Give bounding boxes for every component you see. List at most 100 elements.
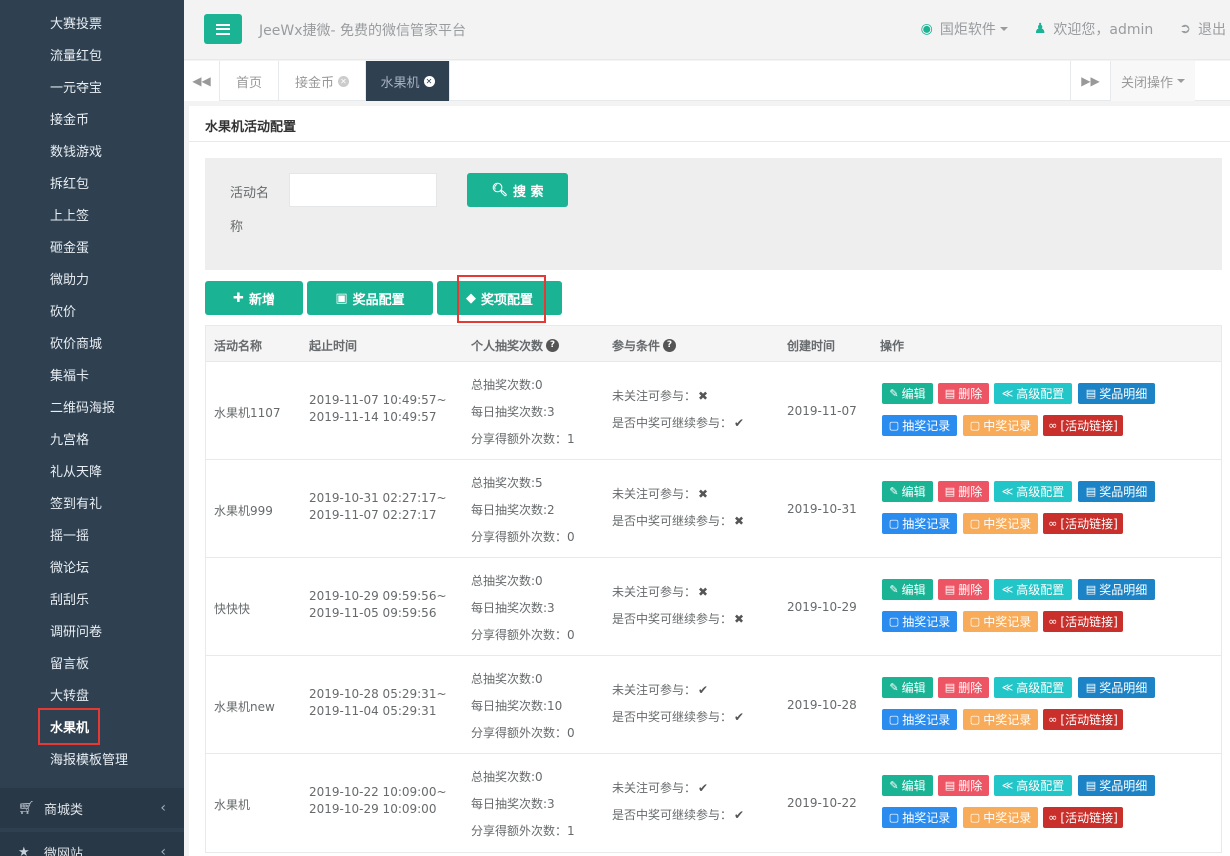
prize-detail-button[interactable]: ▤ 奖品明细 <box>1078 579 1155 600</box>
status-mark-icon: ✖ <box>698 487 709 501</box>
edit-button[interactable]: ✎ 编辑 <box>882 677 933 698</box>
status-mark-icon: ✔ <box>734 416 745 430</box>
activity-period: 2019-10-31 02:27:17~ 2019-11-07 02:27:17 <box>309 490 447 524</box>
share-draws: 分享得额外次数：0 <box>471 524 575 551</box>
prize-detail-button[interactable]: ▤ 奖品明细 <box>1078 775 1155 796</box>
tab-scroll-right-button[interactable]: ▶▶ <box>1070 61 1110 101</box>
op-label: 奖品明细 <box>1099 485 1148 499</box>
sidebar-item[interactable]: 调研问卷 <box>0 614 184 646</box>
draw-record-button[interactable]: ▢ 抽奖记录 <box>882 513 957 534</box>
win-record-button[interactable]: ▢ 中奖记录 <box>963 709 1038 730</box>
menu-toggle-button[interactable] <box>204 14 242 44</box>
share-value: 0 <box>567 628 575 642</box>
draw-record-button[interactable]: ▢ 抽奖记录 <box>882 415 957 436</box>
sidebar-item[interactable]: 砍价商城 <box>0 326 184 358</box>
tab-shuiguoji[interactable]: 水果机 ✕ <box>366 61 450 101</box>
prize-detail-button[interactable]: ▤ 奖品明细 <box>1078 383 1155 404</box>
edit-button[interactable]: ✎ 编辑 <box>882 579 933 600</box>
op-label: 编辑 <box>901 583 926 597</box>
company-menu[interactable]: ◉ 国炬软件 <box>921 19 1008 39</box>
tab-home[interactable]: 首页 <box>220 61 279 101</box>
sidebar-item[interactable]: 砸金蛋 <box>0 230 184 262</box>
sidebar-item[interactable]: 大转盘 <box>0 678 184 710</box>
sidebar-item[interactable]: 拆红包 <box>0 166 184 198</box>
prize-config-button[interactable]: ▣ 奖品配置 <box>307 281 433 315</box>
file-icon: ▢ <box>888 811 900 824</box>
win-record-button[interactable]: ▢ 中奖记录 <box>963 415 1038 436</box>
edit-button[interactable]: ✎ 编辑 <box>882 775 933 796</box>
sidebar-item[interactable]: 刮刮乐 <box>0 582 184 614</box>
sidebar-item[interactable]: 九宫格 <box>0 422 184 454</box>
add-label: 新增 <box>248 292 275 308</box>
daily-label: 每日抽奖次数: <box>471 797 548 811</box>
link-button[interactable]: ∞ [活动链接] <box>1043 611 1123 632</box>
sidebar-item[interactable]: 留言板 <box>0 646 184 678</box>
unfollow-label: 未关注可参与： <box>612 683 697 697</box>
advanced-button[interactable]: ≪ 高级配置 <box>994 383 1072 404</box>
sidebar-item[interactable]: 签到有礼 <box>0 486 184 518</box>
link-button[interactable]: ∞ [活动链接] <box>1043 513 1123 534</box>
user-welcome: ♟ 欢迎您，admin <box>1034 19 1153 39</box>
win-record-button[interactable]: ▢ 中奖记录 <box>963 807 1038 828</box>
sidebar-item[interactable]: 集福卡 <box>0 358 184 390</box>
win-record-button[interactable]: ▢ 中奖记录 <box>963 513 1038 534</box>
sidebar-item[interactable]: 流量红包 <box>0 38 184 70</box>
close-tab-icon[interactable]: ✕ <box>423 75 435 87</box>
prize-detail-button[interactable]: ▤ 奖品明细 <box>1078 677 1155 698</box>
col-period: 起止时间 <box>309 339 358 353</box>
draw-counts: 总抽奖次数:0 每日抽奖次数:3 分享得额外次数：1 <box>471 372 575 453</box>
link-button[interactable]: ∞ [活动链接] <box>1043 709 1123 730</box>
sidebar-item[interactable]: 礼从天降 <box>0 454 184 486</box>
sidebar-item[interactable]: 微助力 <box>0 262 184 294</box>
daily-draws: 每日抽奖次数:3 <box>471 595 575 622</box>
sidebar-group[interactable]: 🛒︎ 商城类 ‹ <box>0 788 184 828</box>
delete-button[interactable]: ▤ 删除 <box>938 481 989 502</box>
total-draws: 总抽奖次数:5 <box>471 470 575 497</box>
edit-button[interactable]: ✎ 编辑 <box>882 383 933 404</box>
help-icon[interactable]: ? <box>546 339 560 352</box>
link-button[interactable]: ∞ [活动链接] <box>1043 415 1123 436</box>
created-date: 2019-10-22 <box>787 796 857 810</box>
sidebar-item[interactable]: 摇一摇 <box>0 518 184 550</box>
draw-record-button[interactable]: ▢ 抽奖记录 <box>882 611 957 632</box>
delete-button[interactable]: ▤ 删除 <box>938 383 989 404</box>
sidebar-item[interactable]: 大赛投票 <box>0 6 184 38</box>
draw-record-button[interactable]: ▢ 抽奖记录 <box>882 709 957 730</box>
help-icon[interactable]: ? <box>663 339 677 352</box>
advanced-button[interactable]: ≪ 高级配置 <box>994 677 1072 698</box>
op-label: 中奖记录 <box>983 517 1032 531</box>
sidebar-item[interactable]: 上上签 <box>0 198 184 230</box>
tab-jiejinbi[interactable]: 接金币 ✕ <box>279 61 366 101</box>
participation-conditions: 未关注可参与： ✖ 是否中奖可继续参与： ✖ <box>612 481 744 535</box>
edit-button[interactable]: ✎ 编辑 <box>882 481 933 502</box>
search-button[interactable]: 🔍︎ 搜 索 <box>467 173 568 207</box>
sidebar-item[interactable]: 微论坛 <box>0 550 184 582</box>
draw-record-button[interactable]: ▢ 抽奖记录 <box>882 807 957 828</box>
activity-name-input[interactable] <box>289 173 437 207</box>
share-label: 分享得额外次数： <box>471 530 568 544</box>
delete-button[interactable]: ▤ 删除 <box>938 579 989 600</box>
close-operations-menu[interactable]: 关闭操作 <box>1110 61 1195 101</box>
sidebar-item[interactable]: 接金币 <box>0 102 184 134</box>
sidebar-item[interactable]: 一元夺宝 <box>0 70 184 102</box>
advanced-button[interactable]: ≪ 高级配置 <box>994 775 1072 796</box>
advanced-button[interactable]: ≪ 高级配置 <box>994 481 1072 502</box>
op-label: 编辑 <box>901 681 926 695</box>
sidebar-group[interactable]: ★ 微网站 ‹ <box>0 832 184 856</box>
logout-link[interactable]: ➲ 退出 <box>1179 19 1226 39</box>
sidebar-item[interactable]: 二维码海报 <box>0 390 184 422</box>
sidebar-item[interactable]: 砍价 <box>0 294 184 326</box>
sidebar-item[interactable]: 数钱游戏 <box>0 134 184 166</box>
link-button[interactable]: ∞ [活动链接] <box>1043 807 1123 828</box>
delete-button[interactable]: ▤ 删除 <box>938 775 989 796</box>
add-button[interactable]: ✚ 新增 <box>205 281 303 315</box>
close-tab-icon[interactable]: ✕ <box>338 75 349 87</box>
advanced-button[interactable]: ≪ 高级配置 <box>994 579 1072 600</box>
start-time: 2019-10-22 10:09:00~ <box>309 785 447 799</box>
delete-button[interactable]: ▤ 删除 <box>938 677 989 698</box>
sidebar-item[interactable]: 海报模板管理 <box>0 742 184 774</box>
prize-detail-button[interactable]: ▤ 奖品明细 <box>1078 481 1155 502</box>
tab-scroll-left-button[interactable]: ◀◀ <box>184 61 220 101</box>
win-record-button[interactable]: ▢ 中奖记录 <box>963 611 1038 632</box>
company-label: 国炬软件 <box>939 22 996 38</box>
